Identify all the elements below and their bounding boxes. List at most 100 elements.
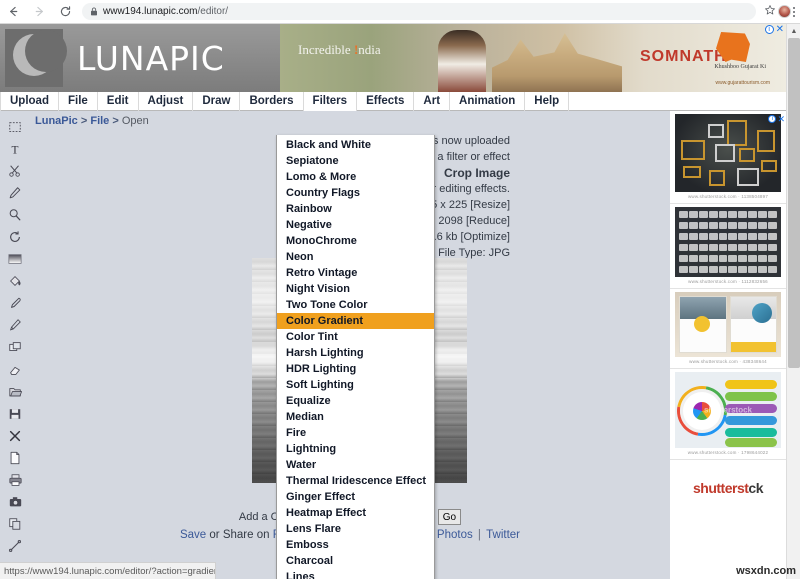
filter-item-fire[interactable]: Fire [277, 425, 434, 441]
filter-item-hdr-lighting[interactable]: HDR Lighting [277, 361, 434, 377]
filter-item-neon[interactable]: Neon [277, 249, 434, 265]
ad-close-icon[interactable]: ✕ [777, 115, 785, 124]
filter-item-night-vision[interactable]: Night Vision [277, 281, 434, 297]
filter-item-two-tone-color[interactable]: Two Tone Color [277, 297, 434, 313]
twitter-link[interactable]: Twitter [486, 529, 520, 541]
logo-part-accent: ck [748, 480, 763, 496]
magnify-zoom-icon[interactable] [1, 204, 29, 226]
breadcrumb: LunaPic > File > Open [35, 115, 149, 127]
filter-item-water[interactable]: Water [277, 457, 434, 473]
filter-item-lightning[interactable]: Lightning [277, 441, 434, 457]
back-arrow-icon[interactable] [0, 0, 26, 24]
menu-draw[interactable]: Draw [193, 91, 241, 111]
profile-avatar[interactable] [778, 5, 791, 18]
paint-bucket-icon[interactable] [1, 270, 29, 292]
reload-icon[interactable] [52, 0, 78, 24]
ad-picture-frames[interactable]: i ✕ www.shutterstock.com · 1138504897 [670, 114, 786, 204]
top-banner-ad[interactable]: Incredible !ndia SOMNATH Khushboo Gujara… [280, 24, 786, 92]
ad-thumbnail-1 [675, 114, 781, 192]
eyedropper-icon[interactable] [1, 292, 29, 314]
menu-filters[interactable]: Filters [303, 91, 358, 111]
brochure-1 [679, 296, 727, 353]
text-tool-icon[interactable]: T [1, 138, 29, 160]
filter-item-sepiatone[interactable]: Sepiatone [277, 153, 434, 169]
filter-item-rainbow[interactable]: Rainbow [277, 201, 434, 217]
lunapic-logo-text: LUNAPIC [77, 38, 225, 78]
ad-tagline: Incredible !ndia [298, 42, 381, 58]
pen-tool-icon[interactable] [1, 182, 29, 204]
menu-effects[interactable]: Effects [357, 91, 415, 111]
ad-thumbnail-3 [675, 292, 781, 357]
lock-icon [90, 7, 98, 16]
scroll-up-arrow[interactable]: ▲ [787, 24, 800, 38]
page-watermark: wsxdn.com [736, 565, 796, 577]
page-scrollbar[interactable]: ▲ [786, 24, 800, 579]
filter-item-color-tint[interactable]: Color Tint [277, 329, 434, 345]
save-link[interactable]: Save [180, 529, 206, 541]
forward-arrow-icon[interactable] [26, 0, 52, 24]
filter-item-median[interactable]: Median [277, 409, 434, 425]
ad-close-icon[interactable]: ✕ [776, 25, 784, 35]
line-tool-icon[interactable] [1, 535, 29, 557]
eraser-icon[interactable] [1, 359, 29, 381]
copy-icon[interactable] [1, 513, 29, 535]
ad-info-icon[interactable]: i [768, 115, 777, 123]
filter-item-thermal-iridescence-effect[interactable]: Thermal Iridescence Effect [277, 473, 434, 489]
ad-brochure-templates[interactable]: www.shutterstock.com · 438348644 [670, 292, 786, 369]
filter-item-color-gradient[interactable]: Color Gradient [277, 313, 434, 329]
ad-info-icon[interactable]: i [764, 25, 774, 34]
filter-item-heatmap-effect[interactable]: Heatmap Effect [277, 505, 434, 521]
ad-icon-set[interactable]: www.shutterstock.com · 1112832656 [670, 207, 786, 289]
rotate-refresh-icon[interactable] [1, 226, 29, 248]
lunapic-logo[interactable]: LUNAPIC [0, 24, 280, 92]
scrollbar-thumb[interactable] [788, 38, 800, 368]
pencil-draw-icon[interactable] [1, 314, 29, 336]
menu-animation[interactable]: Animation [450, 91, 526, 111]
menu-upload[interactable]: Upload [0, 91, 59, 111]
filter-item-ginger-effect[interactable]: Ginger Effect [277, 489, 434, 505]
gradient-tool-icon[interactable] [1, 248, 29, 270]
ad-infographic-wheel[interactable]: shutterstock www.shutterstock.com · 1798… [670, 372, 786, 460]
filter-item-negative[interactable]: Negative [277, 217, 434, 233]
filter-item-harsh-lighting[interactable]: Harsh Lighting [277, 345, 434, 361]
save-disk-icon[interactable] [1, 403, 29, 425]
ad-credit-4: www.shutterstock.com · 1798644022 [687, 450, 769, 455]
breadcrumb-root[interactable]: LunaPic [35, 115, 78, 127]
marquee-select-icon[interactable] [1, 116, 29, 138]
scissors-cut-icon[interactable] [1, 160, 29, 182]
filter-item-monochrome[interactable]: MonoChrome [277, 233, 434, 249]
filter-item-retro-vintage[interactable]: Retro Vintage [277, 265, 434, 281]
filter-item-soft-lighting[interactable]: Soft Lighting [277, 377, 434, 393]
bookmark-star-icon[interactable] [764, 4, 776, 19]
print-icon[interactable] [1, 469, 29, 491]
breadcrumb-section[interactable]: File [90, 115, 109, 127]
camera-icon[interactable] [1, 491, 29, 513]
filter-item-lines[interactable]: Lines [277, 569, 434, 579]
caption-go-button[interactable]: Go [437, 509, 462, 525]
svg-text:T: T [12, 144, 19, 156]
filter-item-charcoal[interactable]: Charcoal [277, 553, 434, 569]
open-folder-icon[interactable] [1, 381, 29, 403]
filter-item-lens-flare[interactable]: Lens Flare [277, 521, 434, 537]
filter-item-equalize[interactable]: Equalize [277, 393, 434, 409]
menu-file[interactable]: File [59, 91, 98, 111]
logo-part-dark: shutterst [693, 480, 749, 496]
filter-item-lomo-and-more[interactable]: Lomo & More [277, 169, 434, 185]
address-bar[interactable]: www194.lunapic.com/editor/ [82, 3, 756, 20]
menu-art[interactable]: Art [414, 91, 451, 111]
infographic-pill-6 [725, 438, 777, 447]
new-file-icon[interactable] [1, 447, 29, 469]
filter-item-emboss[interactable]: Emboss [277, 537, 434, 553]
menu-adjust[interactable]: Adjust [139, 91, 194, 111]
menu-borders[interactable]: Borders [240, 91, 304, 111]
shutterstock-logo-card[interactable]: shutterstck [670, 460, 786, 516]
menu-help[interactable]: Help [525, 91, 570, 111]
layers-icon[interactable] [1, 336, 29, 358]
close-x-icon[interactable] [1, 425, 29, 447]
three-dot-menu-icon[interactable] [793, 6, 795, 18]
menu-edit[interactable]: Edit [98, 91, 139, 111]
filter-item-black-and-white[interactable]: Black and White [277, 137, 434, 153]
chrome-right-controls [764, 4, 800, 19]
url-text: www194.lunapic.com/editor/ [103, 6, 228, 17]
filter-item-country-flags[interactable]: Country Flags [277, 185, 434, 201]
